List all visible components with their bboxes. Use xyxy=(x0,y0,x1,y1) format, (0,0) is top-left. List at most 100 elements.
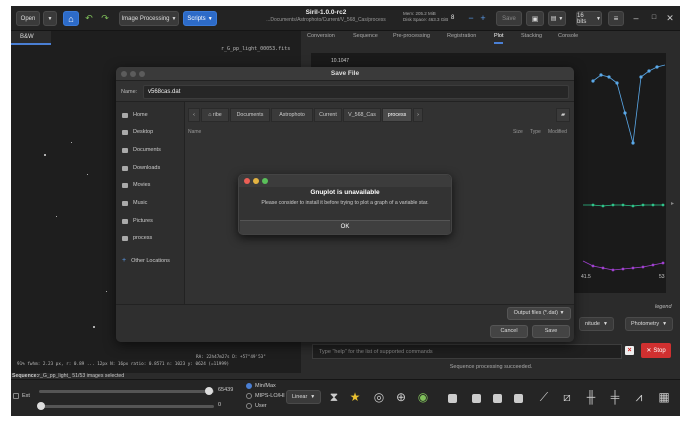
close-dot[interactable] xyxy=(244,178,250,184)
star-icon[interactable]: ★ xyxy=(347,389,363,405)
tab-sequence[interactable]: Sequence xyxy=(353,33,378,39)
star xyxy=(56,216,57,217)
rgb-icon[interactable] xyxy=(514,394,523,403)
tab-bw[interactable]: B&W xyxy=(11,31,51,45)
auto-stretch-checkbox[interactable]: Ext xyxy=(13,393,30,399)
filename-input[interactable]: v568cas.dat xyxy=(143,85,569,99)
chevron-down-icon: ▼ xyxy=(310,394,316,400)
tab-console[interactable]: Console xyxy=(558,33,578,39)
maximize-dot[interactable] xyxy=(262,178,268,184)
snapshot-button[interactable]: ▣ xyxy=(526,11,544,26)
open-label: Open xyxy=(20,15,36,22)
file-list-header: Name Size Type Modified xyxy=(188,129,571,135)
flip-icon[interactable]: ⧗ xyxy=(326,389,342,405)
minus-icon[interactable]: − xyxy=(466,11,476,25)
crumb-back-icon[interactable]: ‹ xyxy=(188,108,200,122)
crosshair-icon[interactable]: ╪ xyxy=(607,389,623,405)
close-icon[interactable]: ✕ xyxy=(665,11,675,25)
command-placeholder: Type "help" for the list of supported co… xyxy=(319,349,433,355)
tab-plot[interactable]: Plot xyxy=(494,33,504,44)
col-modified[interactable]: Modified xyxy=(548,129,567,135)
histogram-icon[interactable]: ⩘ xyxy=(631,389,647,405)
crumb-ribe[interactable]: ⌂ ribe xyxy=(201,108,229,122)
place-movies[interactable]: Movies xyxy=(122,182,150,188)
stop-button[interactable]: ✕ Stop xyxy=(641,343,671,358)
image-processing-menu[interactable]: Image Processing ▼ xyxy=(119,11,179,26)
high-slider-knob[interactable] xyxy=(205,387,213,395)
radio-mips[interactable]: MIPS-LO/HI xyxy=(246,393,285,399)
low-slider[interactable] xyxy=(39,405,214,408)
save-as-icon: ▤ xyxy=(550,16,557,22)
folder-icon xyxy=(122,147,128,153)
mono-icon[interactable] xyxy=(472,394,481,403)
stretch-dropdown[interactable]: Linear ▼ xyxy=(286,390,322,404)
place-process[interactable]: process xyxy=(122,235,152,241)
maximize-icon[interactable]: □ xyxy=(649,11,659,25)
place-downloads[interactable]: Downloads xyxy=(122,165,160,171)
place-pictures[interactable]: Pictures xyxy=(122,218,153,224)
chevron-down-icon: ▼ xyxy=(559,310,565,316)
crumb-forward-icon[interactable]: › xyxy=(413,108,423,122)
crumb-current[interactable]: Current xyxy=(314,108,342,122)
open-button[interactable]: Open xyxy=(16,11,40,26)
clear-command-icon[interactable]: × xyxy=(625,346,634,355)
crumb-v568cas[interactable]: V_568_Cas xyxy=(343,108,381,122)
place-documents[interactable]: Documents xyxy=(122,147,161,153)
layer-icon[interactable] xyxy=(493,394,502,403)
redo-icon[interactable]: ↷ xyxy=(99,11,111,25)
folder-icon xyxy=(122,200,128,206)
file-filter-dropdown[interactable]: Output files (*.dat) ▼ xyxy=(507,307,571,320)
undo-icon[interactable]: ↶ xyxy=(83,11,95,25)
ruler-icon[interactable]: ⟋ xyxy=(536,389,552,405)
panel-expand-icon[interactable]: ▸ xyxy=(671,197,674,211)
place-home[interactable]: Home xyxy=(122,112,148,118)
command-input[interactable]: Type "help" for the list of supported co… xyxy=(312,344,622,359)
save-as-button[interactable]: ▤ ▼ xyxy=(548,11,566,26)
bit-depth-dropdown[interactable]: 16 bits ▼ xyxy=(576,11,602,26)
place-desktop[interactable]: Desktop xyxy=(122,129,153,135)
recent-dropdown-button[interactable]: ▼ xyxy=(43,11,57,26)
tab-preprocessing[interactable]: Pre-processing xyxy=(393,33,430,39)
tab-stacking[interactable]: Stacking xyxy=(521,33,542,39)
high-value[interactable]: 65439 xyxy=(218,387,233,393)
checkbox[interactable] xyxy=(13,393,19,399)
photometry-icon[interactable]: ◎ xyxy=(371,389,387,405)
place-other-locations[interactable]: + Other Locations xyxy=(122,257,170,264)
target-icon[interactable]: ◉ xyxy=(415,389,431,405)
home-button[interactable]: ⌂ xyxy=(63,11,79,26)
crumb-astrophoto[interactable]: Astrophoto xyxy=(271,108,313,122)
col-type[interactable]: Type xyxy=(530,129,541,135)
low-value[interactable]: 0 xyxy=(218,402,221,408)
new-folder-icon[interactable]: ▰ xyxy=(556,108,570,122)
tab-conversion[interactable]: Conversion xyxy=(307,33,335,39)
col-size[interactable]: Size xyxy=(513,129,523,135)
minimize-dot[interactable] xyxy=(253,178,259,184)
align-icon[interactable]: ╫ xyxy=(583,389,599,405)
radio-minmax[interactable]: Min/Max xyxy=(246,383,276,389)
tab-registration[interactable]: Registration xyxy=(447,33,476,39)
ok-button[interactable]: OK xyxy=(240,220,450,234)
globe-icon[interactable]: ⊕ xyxy=(393,389,409,405)
measure-icon[interactable]: ⧄ xyxy=(559,389,575,405)
crumb-documents[interactable]: Documents xyxy=(230,108,270,122)
high-slider[interactable] xyxy=(39,390,214,393)
save-button[interactable]: Save xyxy=(496,11,522,26)
hamburger-menu[interactable]: ≡ xyxy=(608,11,624,26)
scripts-menu[interactable]: Scripts ▼ xyxy=(183,11,217,26)
cancel-button[interactable]: Cancel xyxy=(490,325,528,338)
magnitude-label: nitude xyxy=(585,321,600,327)
color-icon[interactable] xyxy=(448,394,457,403)
plot-top-value: 10.1047 xyxy=(331,58,349,64)
photometry-dropdown[interactable]: Photometry ▼ xyxy=(625,317,674,331)
col-name[interactable]: Name xyxy=(188,129,201,135)
stack-icon[interactable]: ▦ xyxy=(656,389,672,405)
radio-user[interactable]: User xyxy=(246,403,267,409)
crumb-process[interactable]: process xyxy=(382,108,412,122)
magnitude-dropdown[interactable]: nitude ▼ xyxy=(579,317,614,331)
plus-icon[interactable]: + xyxy=(478,11,488,25)
low-slider-knob[interactable] xyxy=(37,402,45,410)
place-music[interactable]: Music xyxy=(122,200,147,206)
save-file-button[interactable]: Save xyxy=(532,325,570,338)
minimize-icon[interactable]: – xyxy=(631,11,641,25)
plot-x-left: 41.5 xyxy=(581,274,591,280)
